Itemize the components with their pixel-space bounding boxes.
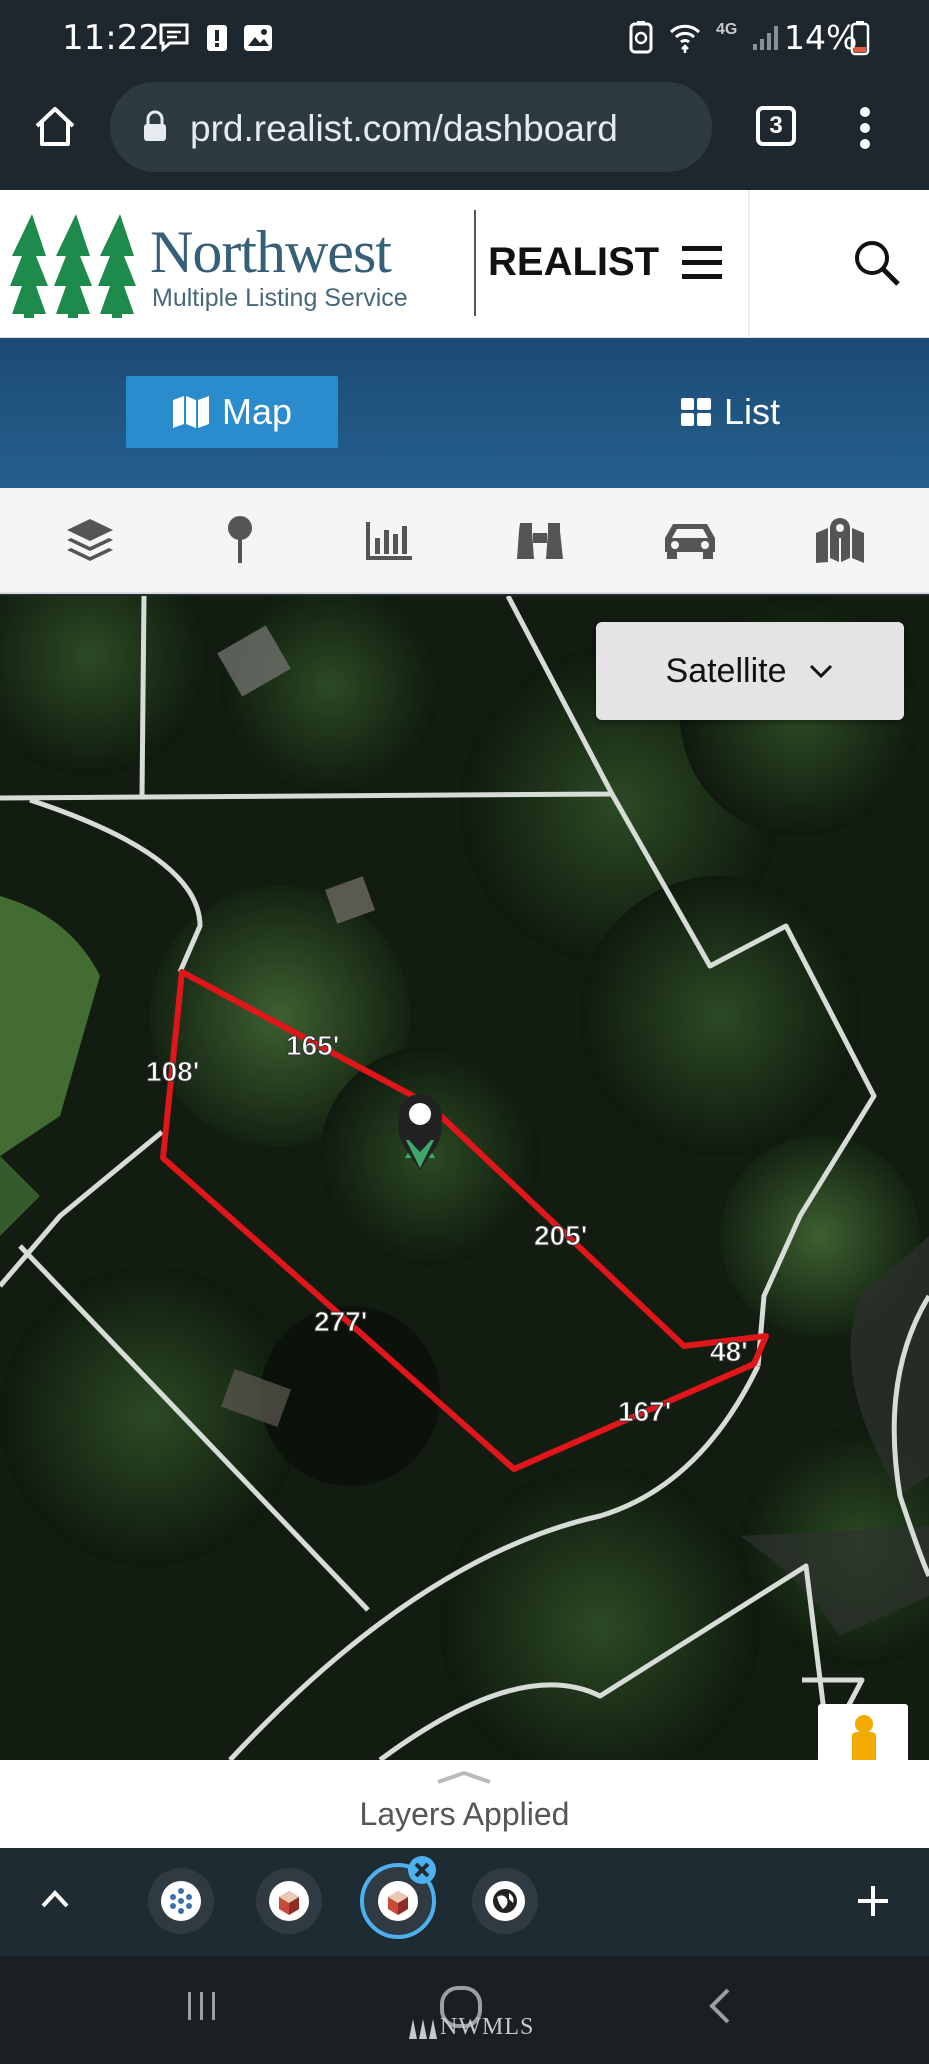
browser-toolbar: prd.realist.com/dashboard 3 — [0, 78, 929, 190]
pin-tool-button[interactable] — [210, 510, 270, 570]
parcel-dimension-label: 48' — [710, 1336, 749, 1368]
notification-icons — [158, 22, 274, 54]
globe-layer-icon — [485, 1881, 525, 1921]
nwmls-watermark: NWMLS — [440, 2014, 535, 2040]
site-header: Northwest Multiple Listing Service REALI… — [0, 190, 929, 338]
layers-tool-button[interactable] — [60, 510, 120, 570]
recent-apps-icon[interactable] — [184, 1988, 220, 2024]
map-tools-bar — [0, 488, 929, 594]
system-nav-bar: NWMLS — [0, 1956, 929, 2064]
header-separator — [748, 190, 750, 338]
battery-icon — [850, 21, 870, 56]
map-view-label: Map — [221, 391, 293, 432]
map-marker-icon — [816, 518, 864, 563]
list-view-button[interactable]: List — [640, 376, 820, 448]
signal-icon — [753, 26, 779, 50]
parcel-dimension-label: 277' — [313, 1306, 368, 1338]
back-nav-icon[interactable] — [706, 1986, 734, 2026]
pegman-icon — [852, 1715, 876, 1760]
layer-chip-bar — [0, 1848, 929, 1956]
tab-switcher-button[interactable]: 3 — [756, 106, 796, 146]
layers-applied-panel[interactable]: Layers Applied — [0, 1760, 929, 1848]
clock: 11:22 — [62, 18, 160, 58]
network-type: 4G — [716, 21, 738, 38]
add-layer-icon[interactable] — [856, 1884, 890, 1918]
binoculars-tool-button[interactable] — [510, 510, 570, 570]
parcel-dimension-label: 205' — [533, 1220, 588, 1252]
url-text: prd.realist.com/dashboard — [190, 108, 618, 149]
address-bar[interactable]: prd.realist.com/dashboard — [110, 82, 712, 172]
alert-icon — [207, 25, 227, 51]
pattern-layer-icon — [161, 1881, 201, 1921]
parcel-dimension-label: 108' — [145, 1056, 200, 1088]
map-view-button[interactable]: Map — [126, 376, 338, 448]
parcel-dimension-label: 167' — [617, 1396, 672, 1428]
layer-chip[interactable] — [472, 1868, 538, 1934]
system-icons: 4G — [628, 20, 781, 54]
pin-icon — [228, 516, 252, 563]
remove-layer-icon[interactable] — [406, 1854, 438, 1886]
car-icon — [665, 524, 715, 559]
nwmls-trees-logo-icon[interactable] — [10, 210, 142, 320]
layers-icon — [67, 519, 113, 561]
chart-icon — [366, 522, 412, 560]
header-divider — [474, 210, 476, 316]
basemap-dropdown[interactable]: Satellite — [596, 622, 904, 720]
street-view-button[interactable] — [818, 1704, 908, 1760]
layers-applied-label: Layers Applied — [359, 1796, 570, 1832]
parcel-layer-icon — [269, 1881, 309, 1921]
brand-subtitle: Multiple Listing Service — [152, 284, 408, 312]
map-icon — [172, 396, 209, 428]
binoculars-icon — [517, 523, 563, 559]
list-view-label: List — [723, 391, 781, 432]
grid-icon — [680, 398, 711, 426]
home-icon[interactable] — [32, 104, 78, 150]
chevron-up-icon[interactable] — [40, 1888, 70, 1910]
image-icon — [244, 25, 272, 51]
wifi-calling-icon — [669, 24, 701, 53]
lock-icon — [144, 110, 166, 141]
layer-chip[interactable] — [148, 1868, 214, 1934]
nwmls-watermark-logo-icon — [409, 2019, 437, 2039]
parcel-dimension-label: 165' — [285, 1030, 340, 1062]
battery-saver-icon — [629, 21, 653, 54]
brand-name: Northwest — [150, 219, 392, 285]
map-marker-tool-button[interactable] — [810, 510, 870, 570]
search-icon[interactable] — [852, 238, 902, 288]
drive-time-tool-button[interactable] — [660, 510, 720, 570]
layer-chip[interactable] — [256, 1868, 322, 1934]
view-toggle-bar: Map List — [0, 338, 929, 488]
status-bar: 11:22 4G 14% — [0, 0, 929, 78]
more-menu-icon[interactable] — [858, 106, 872, 150]
satellite-map[interactable]: 108' 165' 205' 48' 167' 277' Satellite — [0, 596, 929, 1760]
chevron-down-icon — [810, 664, 833, 679]
chart-tool-button[interactable] — [360, 510, 420, 570]
basemap-selected-value: Satellite — [665, 651, 787, 690]
hamburger-menu-icon[interactable] — [680, 244, 724, 282]
drawer-handle-icon[interactable] — [434, 1770, 494, 1784]
map-canvas — [0, 596, 929, 1760]
product-name: REALIST — [488, 240, 660, 284]
chat-icon — [159, 23, 189, 53]
battery-percent: 14% — [784, 18, 858, 57]
